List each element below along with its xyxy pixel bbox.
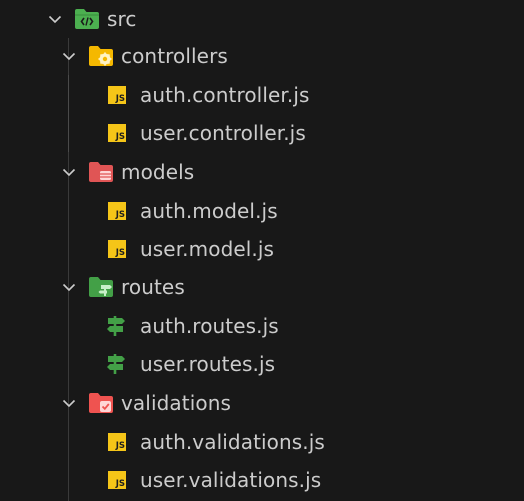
js-file-icon: JS <box>107 83 127 107</box>
folder-label: controllers <box>121 44 228 68</box>
chevron-down-icon[interactable] <box>60 394 78 412</box>
routes-signpost-icon <box>105 314 127 338</box>
tree-file[interactable]: JS auth.validations.js <box>0 423 524 461</box>
folder-validation-icon <box>88 391 114 415</box>
js-file-icon: JS <box>107 237 127 261</box>
js-file-icon: JS <box>107 199 127 223</box>
folder-label: src <box>107 7 137 31</box>
folder-label: routes <box>121 275 185 299</box>
tree-file[interactable]: auth.routes.js <box>0 307 524 345</box>
tree-file[interactable]: JS user.validations.js <box>0 461 524 499</box>
tree-file[interactable]: JS user.controller.js <box>0 114 524 152</box>
tree-folder-controllers[interactable]: controllers <box>0 37 524 75</box>
tree-folder-src[interactable]: src <box>0 0 524 38</box>
file-label: auth.validations.js <box>140 430 325 454</box>
folder-label: validations <box>121 391 231 415</box>
folder-src-icon <box>74 7 100 31</box>
file-label: auth.model.js <box>140 199 278 223</box>
folder-label: models <box>121 160 195 184</box>
file-label: user.validations.js <box>140 468 322 492</box>
folder-routes-icon <box>88 275 114 299</box>
chevron-down-icon[interactable] <box>46 10 64 28</box>
file-label: auth.controller.js <box>140 83 310 107</box>
chevron-down-icon[interactable] <box>60 47 78 65</box>
tree-folder-validations[interactable]: validations <box>0 384 524 422</box>
routes-signpost-icon <box>105 352 127 376</box>
js-file-icon: JS <box>107 121 127 145</box>
tree-file[interactable]: user.routes.js <box>0 345 524 383</box>
tree-folder-models[interactable]: models <box>0 153 524 191</box>
tree-file[interactable]: JS auth.model.js <box>0 192 524 230</box>
tree-file[interactable]: JS user.model.js <box>0 230 524 268</box>
file-label: user.controller.js <box>140 121 306 145</box>
file-label: user.model.js <box>140 237 275 261</box>
folder-database-icon <box>88 160 114 184</box>
js-file-icon: JS <box>107 468 127 492</box>
tree-folder-routes[interactable]: routes <box>0 268 524 306</box>
file-label: user.routes.js <box>140 352 276 376</box>
folder-controller-icon <box>88 44 114 68</box>
js-file-icon: JS <box>107 430 127 454</box>
chevron-down-icon[interactable] <box>60 278 78 296</box>
file-label: auth.routes.js <box>140 314 279 338</box>
chevron-down-icon[interactable] <box>60 163 78 181</box>
tree-file[interactable]: JS auth.controller.js <box>0 76 524 114</box>
file-explorer-tree: src controllers JS auth.controller.js JS… <box>0 0 524 501</box>
